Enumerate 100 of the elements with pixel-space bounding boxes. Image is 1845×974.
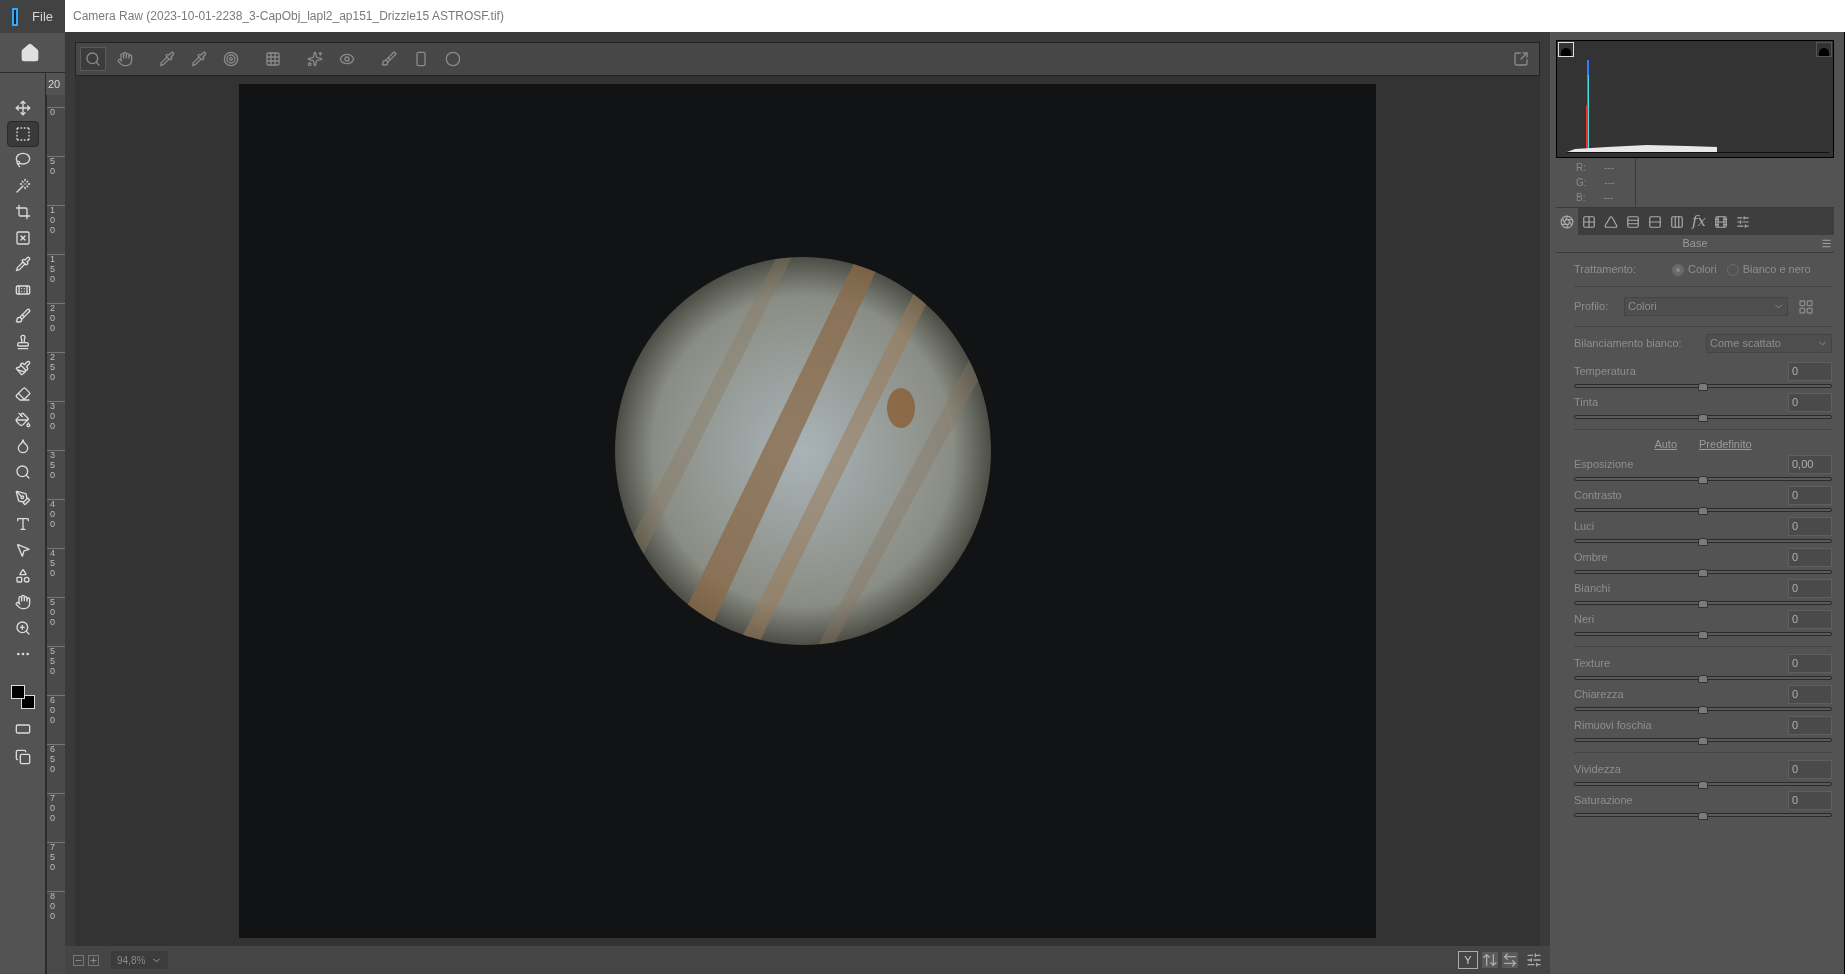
zoom-dropdown[interactable]: 94,8% <box>111 951 169 969</box>
value-field[interactable]: 0 <box>1788 392 1832 412</box>
brush-icon <box>381 51 397 67</box>
slider-thumb[interactable] <box>1698 675 1708 683</box>
eye-icon <box>339 51 355 67</box>
link[interactable]: Predefinito <box>1699 435 1752 452</box>
slider-track[interactable] <box>1574 782 1832 786</box>
ruler-mark: 600 <box>50 696 56 726</box>
radio-option[interactable]: Colori <box>1672 261 1717 278</box>
stamp-icon <box>14 334 31 350</box>
slider-track[interactable] <box>1574 707 1832 711</box>
film-icon <box>1714 214 1728 229</box>
zoom-icon <box>85 51 101 67</box>
frame-icon <box>14 230 31 246</box>
balance-dropdown[interactable]: Come scattato <box>1706 333 1832 353</box>
value-field[interactable]: 0 <box>1788 361 1832 381</box>
paint-bucket-icon <box>14 412 31 428</box>
link[interactable]: Auto <box>1654 435 1677 452</box>
slider-label: Saturazione <box>1574 792 1633 808</box>
ruler-mark: 800 <box>50 892 56 922</box>
value-field[interactable]: 0 <box>1788 485 1832 505</box>
wand-icon <box>14 178 31 194</box>
color-swatches[interactable] <box>10 685 35 709</box>
screen-mode-icon[interactable] <box>14 749 31 765</box>
view-button[interactable]: Y <box>1458 951 1478 969</box>
slider-thumb[interactable] <box>1698 476 1708 484</box>
slider-track[interactable] <box>1574 508 1832 512</box>
slider-track[interactable] <box>1574 415 1832 419</box>
slider-thumb[interactable] <box>1698 569 1708 577</box>
value-field[interactable]: 0 <box>1788 790 1832 810</box>
slider-thumb[interactable] <box>1698 414 1708 422</box>
slider-track[interactable] <box>1574 676 1832 680</box>
eyedropper-icon <box>159 51 175 67</box>
value-field[interactable]: 0 <box>1788 759 1832 779</box>
panel-tab[interactable]: fx <box>1688 208 1710 235</box>
zoom-in-icon[interactable] <box>88 954 99 966</box>
ruler-mark: 700 <box>50 794 56 824</box>
slider-thumb[interactable] <box>1698 737 1708 745</box>
clipping-warning-icon[interactable] <box>1816 42 1832 57</box>
value-field[interactable]: 0 <box>1788 684 1832 704</box>
slider-thumb[interactable] <box>1698 538 1708 546</box>
slider-track[interactable] <box>1574 632 1832 636</box>
value-field[interactable]: 0,00 <box>1788 454 1832 474</box>
swap-icon[interactable] <box>1482 952 1498 968</box>
value-field[interactable]: 0 <box>1788 547 1832 567</box>
ps-logo-icon[interactable] <box>12 7 19 26</box>
menu-icon[interactable] <box>1821 238 1832 249</box>
slider-thumb[interactable] <box>1698 631 1708 639</box>
slider-label: Vividezza <box>1574 761 1621 777</box>
zoom-tool[interactable] <box>80 47 106 71</box>
marquee-tool[interactable] <box>6 121 39 147</box>
paintbrush-icon <box>14 360 31 376</box>
value-field[interactable]: 0 <box>1788 653 1832 673</box>
slider-thumb[interactable] <box>1698 812 1708 820</box>
slider-thumb[interactable] <box>1698 507 1708 515</box>
sliders-icon[interactable] <box>1526 952 1542 968</box>
slider-track[interactable] <box>1574 601 1832 605</box>
ellipse-icon <box>445 51 461 67</box>
profile-dropdown[interactable]: Colori <box>1624 297 1788 316</box>
slider-track[interactable] <box>1574 738 1832 742</box>
zoom-out-icon[interactable] <box>73 954 84 966</box>
value-field[interactable]: 0 <box>1788 715 1832 735</box>
hand-icon <box>14 594 31 610</box>
ruler-mark: 500 <box>50 598 56 628</box>
ruler-mark: 150 <box>50 255 56 285</box>
move-icon <box>14 100 31 116</box>
section-title: Base <box>1682 236 1708 252</box>
grid-icon <box>265 51 281 67</box>
slider-label: Chiarezza <box>1574 686 1624 702</box>
slider-label: Contrasto <box>1574 487 1622 503</box>
marquee-icon <box>14 126 31 142</box>
channel-value: --- <box>1603 190 1614 205</box>
value-field[interactable]: 0 <box>1788 609 1832 629</box>
slider-label: Neri <box>1574 611 1595 627</box>
slider-track[interactable] <box>1574 384 1832 388</box>
document-tab[interactable]: 20 <box>46 73 65 95</box>
slider-track[interactable] <box>1574 813 1832 817</box>
radio-option[interactable]: Bianco e nero <box>1726 261 1811 278</box>
slider-track[interactable] <box>1574 477 1832 481</box>
open-icon[interactable] <box>1513 51 1529 67</box>
ruler-mark: 650 <box>50 745 56 775</box>
slider-thumb[interactable] <box>1698 781 1708 789</box>
value-field[interactable]: 0 <box>1788 516 1832 536</box>
slider-label: Luci <box>1574 518 1595 534</box>
quick-mask-icon[interactable] <box>14 721 31 737</box>
slider-label: Ombre <box>1574 549 1608 565</box>
type-icon <box>14 516 31 532</box>
home-icon[interactable] <box>20 42 40 63</box>
slider-label: Texture <box>1574 655 1611 671</box>
slider-thumb[interactable] <box>1698 706 1708 714</box>
rows-icon <box>1626 214 1640 229</box>
slider-track[interactable] <box>1574 570 1832 574</box>
treatment-label: Trattamento: <box>1574 262 1637 278</box>
slider-track[interactable] <box>1574 539 1832 543</box>
slider-thumb[interactable] <box>1698 383 1708 391</box>
channel-value: --- <box>1604 175 1615 190</box>
split-icon <box>1648 214 1662 229</box>
slider-thumb[interactable] <box>1698 600 1708 608</box>
value-field[interactable]: 0 <box>1788 578 1832 598</box>
grid-icon[interactable] <box>1798 298 1814 315</box>
